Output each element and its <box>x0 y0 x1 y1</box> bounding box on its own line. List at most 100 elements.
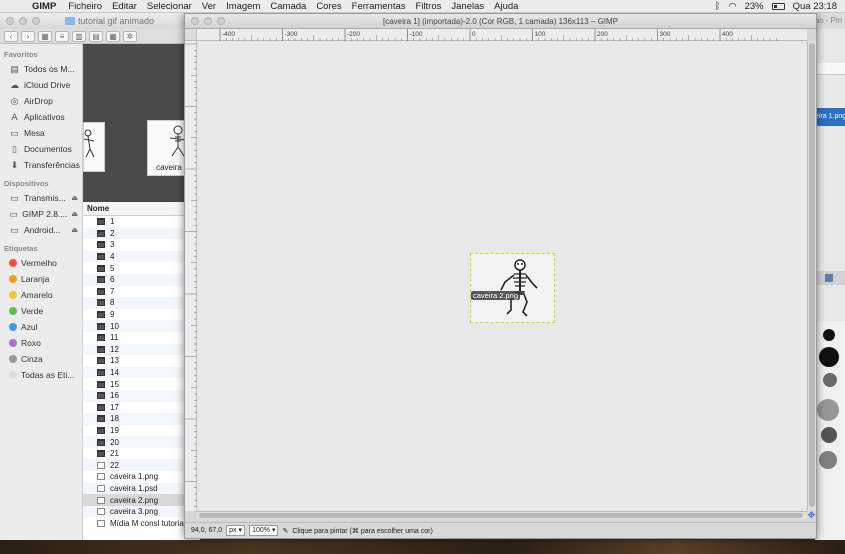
image-canvas[interactable]: caveira 2.png <box>197 41 807 511</box>
vertical-ruler[interactable] <box>185 41 197 511</box>
file-row[interactable]: 4 <box>83 250 200 263</box>
navigate-icon[interactable]: ✥ <box>807 511 816 520</box>
file-row[interactable]: caveira 1.png <box>83 471 200 483</box>
sidebar-tag-item[interactable]: Cinza <box>0 351 82 367</box>
file-row[interactable]: 10 <box>83 320 200 332</box>
list-view-button[interactable]: ≡ <box>55 30 69 42</box>
gimp-titlebar[interactable]: [caveira 1] (importada)-2.0 (Cor RGB, 1 … <box>185 14 816 29</box>
eject-icon[interactable]: ⏏ <box>71 194 78 202</box>
file-row[interactable]: 19 <box>83 425 200 437</box>
brush-icon[interactable] <box>823 373 837 387</box>
menu-janelas[interactable]: Janelas <box>451 1 484 12</box>
menu-ficheiro[interactable]: Ficheiro <box>68 1 102 12</box>
battery-icon[interactable] <box>771 3 785 10</box>
file-row[interactable]: 8 <box>83 297 200 309</box>
file-row[interactable]: Mídia M consl tutorial <box>83 517 200 529</box>
icon-view-button[interactable]: ▦ <box>38 30 52 42</box>
sidebar-item-desktop[interactable]: ▭ Mesa <box>0 125 82 141</box>
file-row[interactable]: caveira 2.png <box>83 494 200 506</box>
zoom-select[interactable]: 100% ▾ <box>249 525 279 536</box>
file-row[interactable]: 5 <box>83 262 200 274</box>
file-row[interactable]: 1 <box>83 216 200 228</box>
sidebar-tag-item[interactable]: Todas as Eti... <box>0 367 82 383</box>
vertical-scrollbar[interactable] <box>807 41 816 511</box>
menu-filtros[interactable]: Filtros <box>416 1 442 12</box>
file-row[interactable]: caveira 3.png <box>83 505 200 518</box>
sidebar-item-documents[interactable]: ▯ Documentos <box>0 141 82 157</box>
file-name: 6 <box>110 275 115 285</box>
sidebar-tag-item[interactable]: Roxo <box>0 335 82 351</box>
brush-icon[interactable] <box>819 347 839 367</box>
file-row[interactable]: 12 <box>83 343 200 356</box>
file-row[interactable]: caveira 1.psd <box>83 482 200 495</box>
sidebar-item-device[interactable]: ▭ GIMP 2.8.... ⏏ <box>0 206 82 222</box>
vertical-scroll-thumb[interactable] <box>809 43 815 507</box>
file-row[interactable]: 11 <box>83 332 200 344</box>
brush-icon[interactable] <box>821 427 837 443</box>
menu-ver[interactable]: Ver <box>202 1 216 12</box>
sidebar-tag-item[interactable]: Laranja <box>0 271 82 287</box>
file-row[interactable]: 16 <box>83 389 200 402</box>
horizontal-scrollbar[interactable] <box>197 511 807 519</box>
wifi-icon[interactable]: ◠ <box>728 1 736 12</box>
sidebar-item-icloud[interactable]: ☁ iCloud Drive <box>0 77 82 93</box>
file-row[interactable]: 2 <box>83 227 200 240</box>
file-row[interactable]: 20 <box>83 436 200 448</box>
coverflow-view-button[interactable]: ▤ <box>89 30 103 42</box>
file-name: 12 <box>110 344 119 354</box>
column-header-name[interactable]: Nome <box>83 202 200 216</box>
horizontal-ruler[interactable]: -400 -300 -200 -100 0 100 200 300 400 <box>197 29 807 41</box>
finder-titlebar[interactable]: tutorial gif animado <box>0 13 200 29</box>
unit-select[interactable]: px ▾ <box>226 525 246 536</box>
sidebar-item-device[interactable]: ▭ Android... ⏏ <box>0 222 82 238</box>
sidebar-item-downloads[interactable]: ⬇ Transferências <box>0 157 82 173</box>
sidebar-tag-item[interactable]: Vermelho <box>0 255 82 271</box>
menu-ferramentas[interactable]: Ferramentas <box>352 1 406 12</box>
brush-icon[interactable] <box>823 329 835 341</box>
image-thumbnail[interactable] <box>83 122 105 172</box>
horizontal-scroll-thumb[interactable] <box>199 513 803 518</box>
gear-icon[interactable]: ✲ <box>123 30 137 42</box>
column-view-button[interactable]: ▥ <box>72 30 86 42</box>
file-row[interactable]: 7 <box>83 286 200 298</box>
file-row[interactable]: 21 <box>83 448 200 460</box>
file-row[interactable]: 9 <box>83 309 200 321</box>
ruler-corner[interactable] <box>185 29 197 41</box>
eject-icon[interactable]: ⏏ <box>71 226 78 234</box>
zoom-button[interactable] <box>32 17 40 25</box>
back-button[interactable]: ‹ <box>4 30 18 42</box>
menu-app-name[interactable]: GIMP <box>32 1 56 12</box>
image-layer[interactable]: caveira 2.png <box>470 253 555 323</box>
menu-imagem[interactable]: Imagem <box>226 1 260 12</box>
menu-ajuda[interactable]: Ajuda <box>494 1 518 12</box>
file-row[interactable]: 22 <box>83 459 200 472</box>
file-row[interactable]: 18 <box>83 413 200 425</box>
menu-clock[interactable]: Qua 23:18 <box>793 1 837 12</box>
file-row[interactable]: 13 <box>83 355 200 367</box>
menu-cores[interactable]: Cores <box>316 1 341 12</box>
file-row[interactable]: 17 <box>83 402 200 414</box>
sidebar-item-device[interactable]: ▭ Transmis... ⏏ <box>0 190 82 206</box>
sidebar-item-all-files[interactable]: ▤ Todos os M... <box>0 61 82 77</box>
brush-icon[interactable] <box>819 451 837 469</box>
sidebar-item-airdrop[interactable]: ◎ AirDrop <box>0 93 82 109</box>
unit-value: px <box>229 527 237 534</box>
forward-button[interactable]: › <box>21 30 35 42</box>
eject-icon[interactable]: ⏏ <box>71 210 78 218</box>
sidebar-tag-item[interactable]: Verde <box>0 303 82 319</box>
bluetooth-icon[interactable]: ᛒ <box>715 1 721 12</box>
sidebar-item-applications[interactable]: A Aplicativos <box>0 109 82 125</box>
menu-camada[interactable]: Camada <box>270 1 306 12</box>
file-row[interactable]: 3 <box>83 239 200 251</box>
menu-editar[interactable]: Editar <box>112 1 137 12</box>
file-row[interactable]: 14 <box>83 366 200 379</box>
arrange-button[interactable]: ▦ <box>106 30 120 42</box>
menu-selecionar[interactable]: Selecionar <box>147 1 192 12</box>
brush-icon[interactable] <box>817 399 839 421</box>
file-row[interactable]: 6 <box>83 273 200 286</box>
close-button[interactable] <box>6 17 14 25</box>
file-row[interactable]: 15 <box>83 378 200 390</box>
sidebar-tag-item[interactable]: Azul <box>0 319 82 335</box>
sidebar-tag-item[interactable]: Amarelo <box>0 287 82 303</box>
minimize-button[interactable] <box>19 17 27 25</box>
